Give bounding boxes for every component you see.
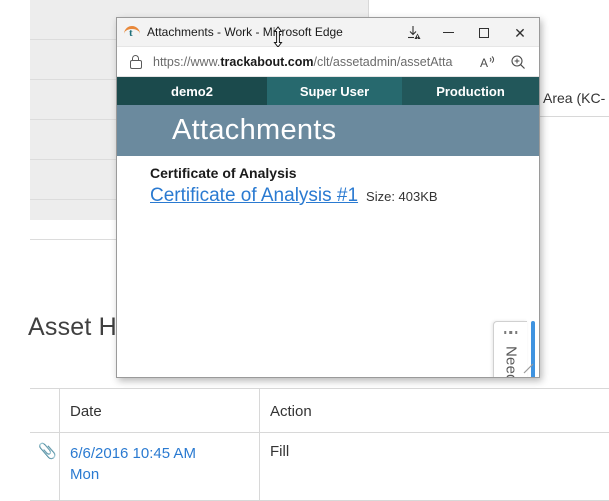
- url-path: /clt/assetadmin/assetAttachmentsCho...: [313, 54, 453, 69]
- banner-title: Attachments: [172, 114, 337, 146]
- site-navigation[interactable]: demo2 Super User Production: [117, 77, 539, 105]
- table-header-row: Date Action: [30, 388, 609, 433]
- downloads-icon-glyph: [407, 25, 420, 39]
- read-aloud-icon[interactable]: A: [473, 47, 503, 77]
- column-header-date: Date: [60, 388, 260, 433]
- nav-item-production[interactable]: Production: [402, 77, 539, 105]
- drag-handle-icon[interactable]: [503, 331, 518, 334]
- column-header-action: Action: [260, 388, 609, 433]
- close-button[interactable]: ✕: [501, 18, 539, 47]
- address-bar-actions[interactable]: A: [473, 47, 533, 77]
- svg-text:A: A: [480, 56, 488, 70]
- table-row: 📎 6/6/2016 10:45 AM Mon Fill: [30, 433, 609, 501]
- attachment-group-title: Certificate of Analysis: [150, 165, 297, 181]
- downloads-icon[interactable]: [396, 18, 431, 47]
- window-titlebar[interactable]: t Attachments - Work - Microsoft Edge ✕: [117, 18, 539, 48]
- column-header-attachment: [30, 388, 60, 433]
- cell-action: Fill: [260, 433, 609, 501]
- attachment-link[interactable]: Certificate of Analysis #1: [150, 185, 358, 207]
- nav-item-super-user[interactable]: Super User: [267, 77, 402, 105]
- maximize-button[interactable]: [466, 18, 501, 47]
- background-divider: [540, 116, 609, 117]
- nav-item-demo2[interactable]: demo2: [117, 77, 267, 105]
- page-banner: Attachments: [117, 105, 539, 156]
- date-link[interactable]: 6/6/2016 10:45 AM: [70, 443, 251, 464]
- attachment-size: Size: 403KB: [366, 189, 438, 204]
- zoom-icon[interactable]: [503, 47, 533, 77]
- url-scheme: https://www.: [153, 54, 221, 69]
- attachments-content: Certificate of Analysis Certificate of A…: [117, 156, 539, 377]
- need-help-label: Need some help?: [503, 346, 520, 377]
- resize-grip-icon[interactable]: [523, 362, 535, 374]
- url-domain: trackabout.com: [220, 54, 314, 69]
- window-controls[interactable]: ✕: [396, 18, 539, 47]
- need-help-tab[interactable]: Need some help?: [493, 321, 527, 377]
- paperclip-icon[interactable]: 📎: [30, 433, 60, 501]
- lock-icon[interactable]: [129, 54, 142, 69]
- date-day[interactable]: Mon: [70, 464, 251, 485]
- minimize-button[interactable]: [431, 18, 466, 47]
- attachment-row: Certificate of Analysis #1 Size: 403KB: [150, 185, 438, 207]
- window-title: Attachments - Work - Microsoft Edge: [147, 25, 343, 39]
- page-title: Asset H: [28, 313, 117, 341]
- address-bar[interactable]: https://www.trackabout.com/clt/assetadmi…: [117, 47, 539, 77]
- background-area-label: Area (KC-: [543, 90, 606, 106]
- url-text[interactable]: https://www.trackabout.com/clt/assetadmi…: [153, 55, 453, 69]
- asset-history-table: Date Action 📎 6/6/2016 10:45 AM Mon Fill: [30, 388, 609, 501]
- edge-browser-window[interactable]: t Attachments - Work - Microsoft Edge ✕: [116, 17, 540, 378]
- trackabout-favicon: t: [124, 24, 140, 40]
- cell-date: 6/6/2016 10:45 AM Mon: [60, 433, 260, 501]
